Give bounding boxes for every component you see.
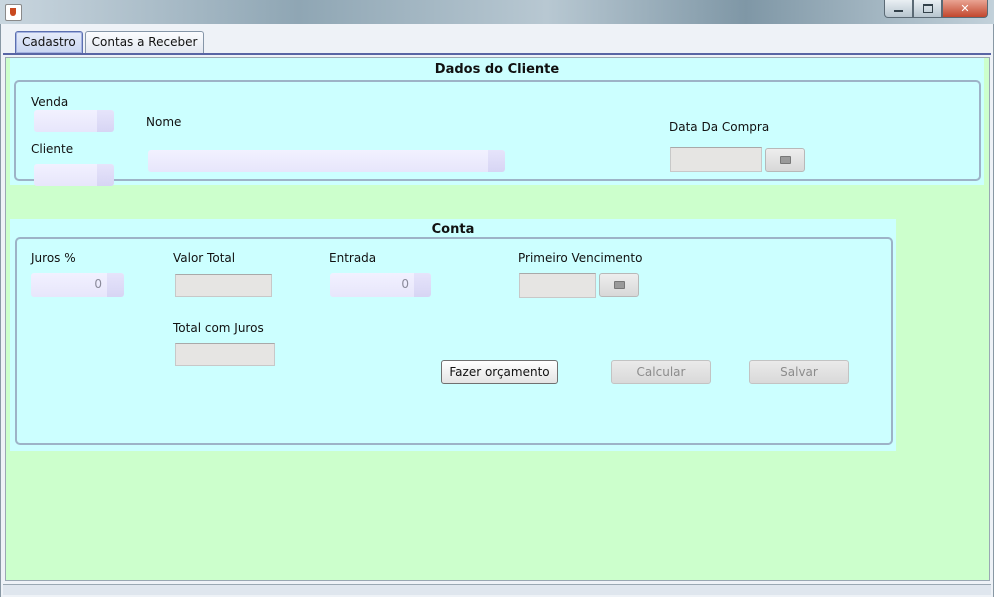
juros-label: Juros % xyxy=(31,251,76,265)
conta-title: Conta xyxy=(431,222,475,237)
tab-contas-a-receber[interactable]: Contas a Receber xyxy=(84,31,205,53)
entrada-label: Entrada xyxy=(329,251,377,265)
dados-cliente-title: Dados do Cliente xyxy=(434,62,560,77)
tab-bar: Cadastro Contas a Receber xyxy=(15,31,206,55)
fazer-orcamento-button[interactable]: Fazer orçamento xyxy=(441,360,558,384)
venda-spinner-arrows[interactable] xyxy=(97,110,114,132)
salvar-button[interactable]: Salvar xyxy=(749,360,849,384)
entrada-value: 0 xyxy=(401,277,409,291)
nome-label: Nome xyxy=(146,115,182,129)
venda-label: Venda xyxy=(31,95,69,109)
calcular-button[interactable]: Calcular xyxy=(611,360,711,384)
tab-cadastro[interactable]: Cadastro xyxy=(15,31,83,53)
total-com-juros-label: Total com Juros xyxy=(173,321,264,335)
cliente-label: Cliente xyxy=(31,142,74,156)
valor-total-label: Valor Total xyxy=(173,251,236,265)
conta-border xyxy=(15,237,893,445)
calendar-icon xyxy=(780,156,791,164)
nome-combobox[interactable] xyxy=(148,150,505,172)
nome-dropdown-arrow[interactable] xyxy=(488,150,505,172)
total-com-juros-field[interactable] xyxy=(175,343,275,366)
window-titlebar[interactable] xyxy=(0,0,994,25)
java-app-icon xyxy=(5,4,22,21)
window-controls xyxy=(884,0,988,18)
juros-spinner[interactable]: 0 xyxy=(31,273,124,297)
data-compra-label: Data Da Compra xyxy=(669,120,770,134)
juros-spinner-arrows[interactable] xyxy=(107,273,124,297)
cliente-spinner-arrows[interactable] xyxy=(97,164,114,186)
tab-underline xyxy=(3,53,991,55)
cliente-spinner[interactable] xyxy=(34,164,114,186)
primeiro-vencimento-field[interactable] xyxy=(519,273,596,298)
juros-value: 0 xyxy=(94,277,102,291)
cadastro-panel: Dados do Cliente Venda Cliente Nome Data… xyxy=(5,57,990,581)
entrada-spinner-arrows[interactable] xyxy=(414,273,431,297)
calendar-icon xyxy=(614,281,625,289)
entrada-spinner[interactable]: 0 xyxy=(330,273,431,297)
data-compra-field[interactable] xyxy=(670,147,762,172)
close-icon[interactable] xyxy=(942,0,988,18)
valor-total-field[interactable] xyxy=(175,274,272,297)
window-bottom-border xyxy=(3,584,991,595)
data-compra-calendar-button[interactable] xyxy=(765,148,805,172)
primeiro-vencimento-label: Primeiro Vencimento xyxy=(518,251,643,265)
maximize-icon[interactable] xyxy=(913,0,942,18)
window-content: Cadastro Contas a Receber Dados do Clien… xyxy=(0,24,994,597)
minimize-icon[interactable] xyxy=(884,0,913,18)
primeiro-vencimento-calendar-button[interactable] xyxy=(599,273,639,297)
venda-spinner[interactable] xyxy=(34,110,114,132)
